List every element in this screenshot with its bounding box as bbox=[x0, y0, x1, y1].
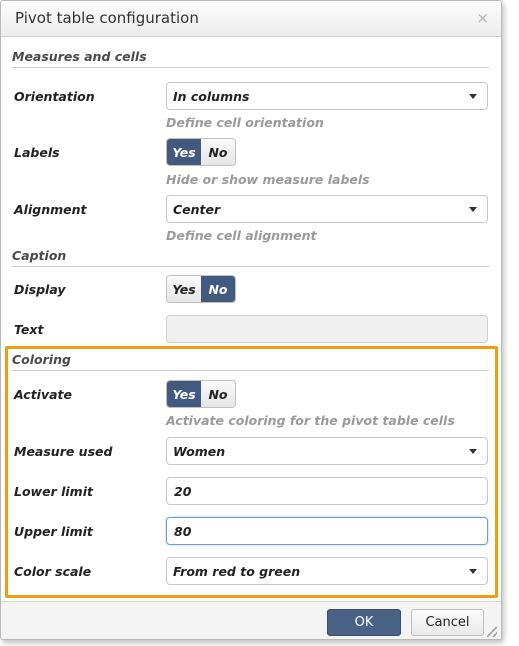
labels-no-option[interactable]: No bbox=[201, 139, 235, 165]
caption-text-field[interactable] bbox=[166, 315, 488, 343]
chevron-down-icon bbox=[469, 94, 477, 99]
alignment-hint: Define cell alignment bbox=[166, 228, 317, 243]
cancel-button[interactable]: Cancel bbox=[411, 609, 484, 636]
close-icon[interactable]: × bbox=[476, 9, 489, 27]
activate-no-option[interactable]: No bbox=[201, 381, 235, 407]
alignment-value: Center bbox=[173, 202, 221, 217]
labels-hint: Hide or show measure labels bbox=[166, 172, 370, 187]
alignment-label: Alignment bbox=[14, 202, 87, 217]
color-scale-label: Color scale bbox=[14, 564, 92, 579]
section-coloring: Coloring bbox=[12, 352, 489, 371]
display-toggle[interactable]: Yes No bbox=[166, 275, 236, 303]
upper-limit-field[interactable]: 80 bbox=[166, 517, 488, 545]
labels-toggle[interactable]: Yes No bbox=[166, 138, 236, 166]
color-scale-value: From red to green bbox=[173, 564, 301, 579]
measure-used-label: Measure used bbox=[14, 444, 113, 459]
orientation-hint: Define cell orientation bbox=[166, 115, 324, 130]
orientation-label: Orientation bbox=[14, 89, 95, 104]
labels-yes-option[interactable]: Yes bbox=[167, 139, 201, 165]
section-caption: Caption bbox=[12, 248, 489, 267]
activate-toggle[interactable]: Yes No bbox=[166, 380, 236, 408]
chevron-down-icon bbox=[469, 569, 477, 574]
pivot-config-dialog: Pivot table configuration × Measures and… bbox=[0, 0, 502, 640]
lower-limit-label: Lower limit bbox=[14, 484, 93, 499]
alignment-select[interactable]: Center bbox=[166, 195, 488, 223]
display-no-option[interactable]: No bbox=[201, 276, 235, 302]
orientation-select[interactable]: In columns bbox=[166, 82, 488, 110]
orientation-value: In columns bbox=[173, 89, 250, 104]
chevron-down-icon bbox=[469, 449, 477, 454]
measure-used-value: Women bbox=[173, 444, 226, 459]
dialog-titlebar[interactable]: Pivot table configuration × bbox=[1, 1, 501, 37]
upper-limit-label: Upper limit bbox=[14, 524, 93, 539]
dialog-footer: OK Cancel bbox=[1, 601, 501, 639]
activate-label: Activate bbox=[14, 387, 72, 402]
display-yes-option[interactable]: Yes bbox=[167, 276, 201, 302]
activate-yes-option[interactable]: Yes bbox=[167, 381, 201, 407]
labels-label: Labels bbox=[14, 145, 60, 160]
activate-hint: Activate coloring for the pivot table ce… bbox=[166, 413, 455, 428]
resize-grip-icon[interactable] bbox=[487, 627, 497, 637]
dialog-title: Pivot table configuration bbox=[15, 9, 199, 27]
lower-limit-field[interactable]: 20 bbox=[166, 477, 488, 505]
measure-used-select[interactable]: Women bbox=[166, 437, 488, 465]
display-label: Display bbox=[14, 282, 66, 297]
section-measures-and-cells: Measures and cells bbox=[12, 49, 489, 68]
color-scale-select[interactable]: From red to green bbox=[166, 557, 488, 585]
text-label: Text bbox=[14, 322, 44, 337]
ok-button[interactable]: OK bbox=[327, 609, 401, 636]
chevron-down-icon bbox=[469, 207, 477, 212]
